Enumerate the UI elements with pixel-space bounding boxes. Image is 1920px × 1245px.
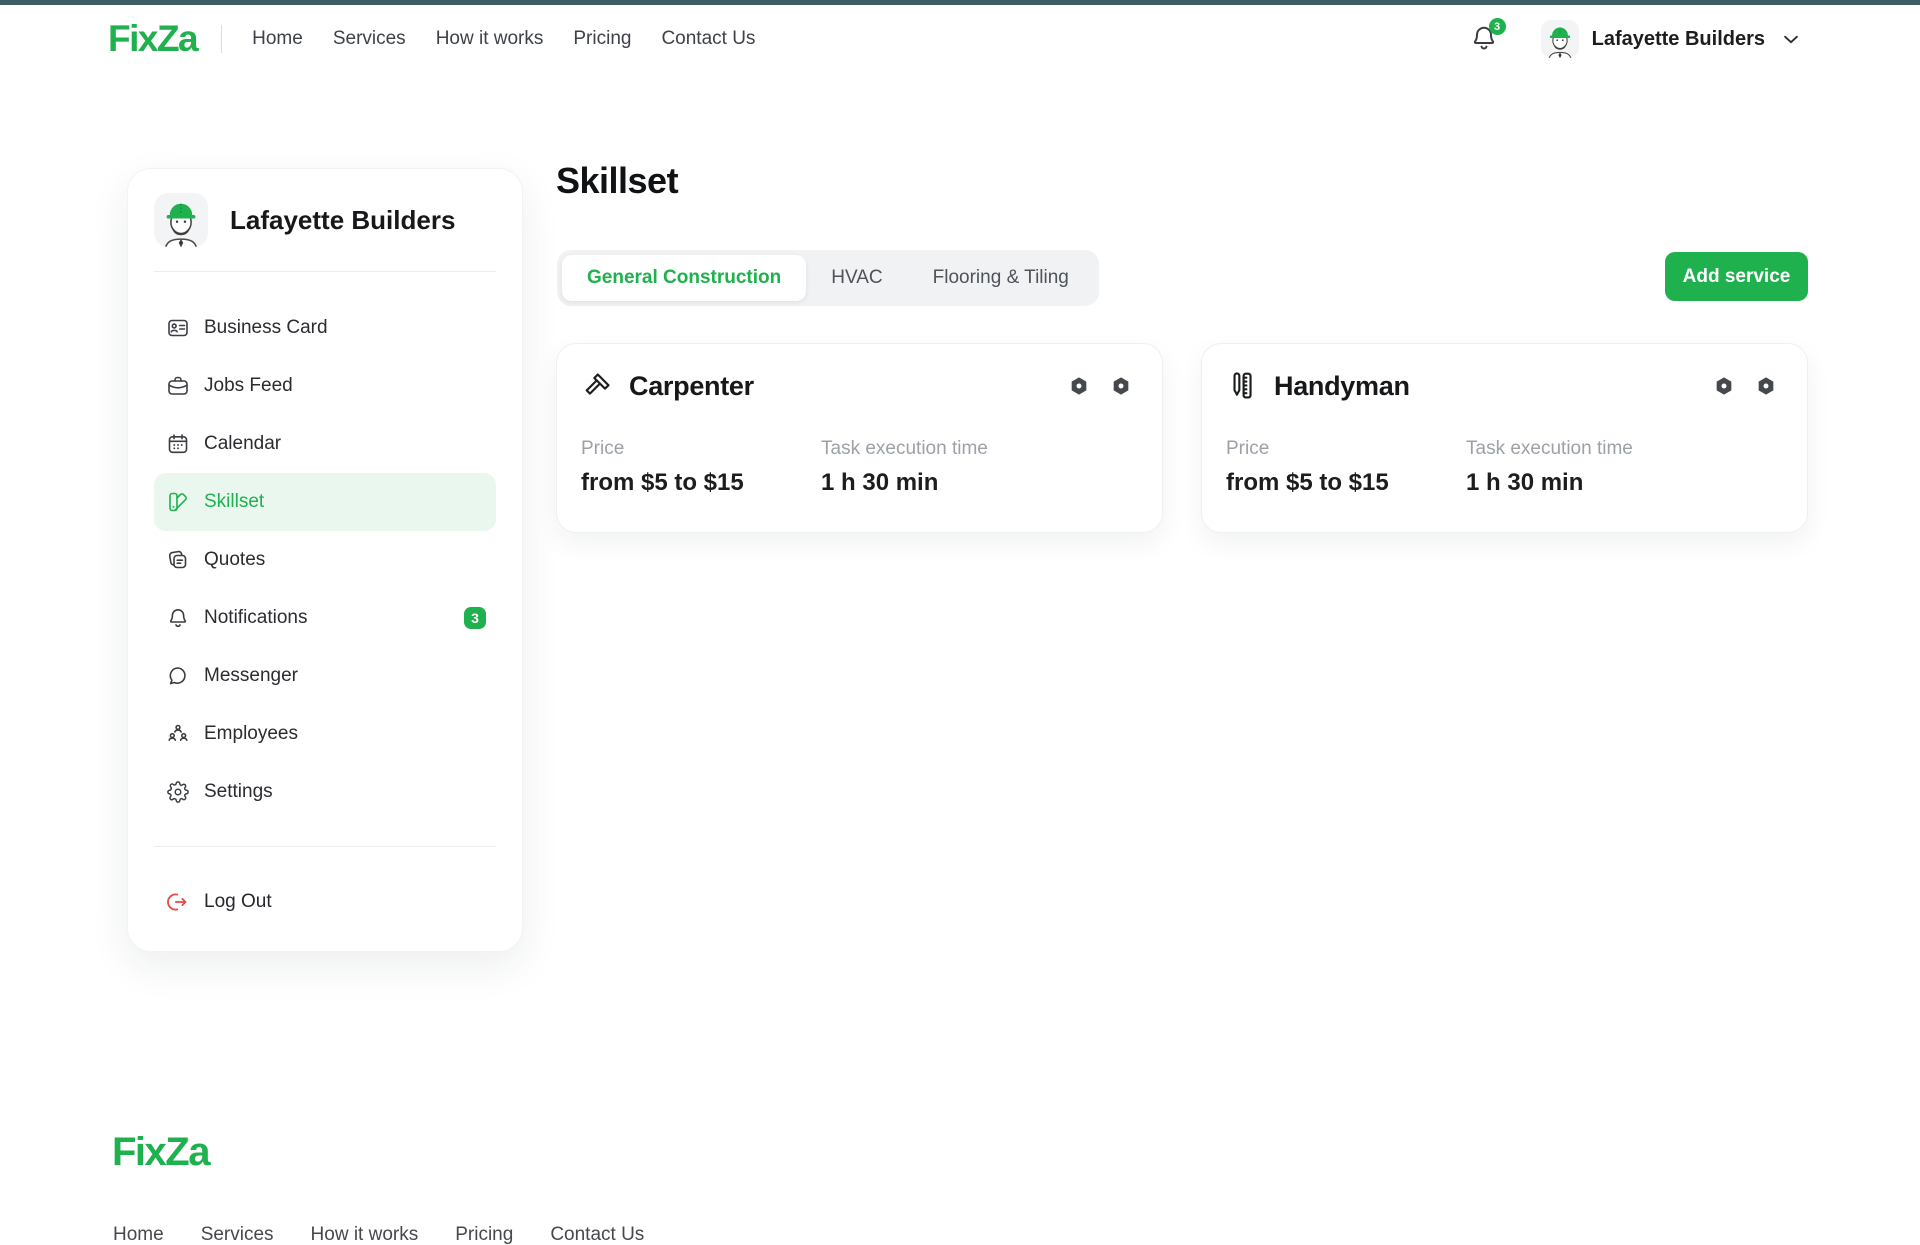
header-right: 3 Lafayette Builders xyxy=(1469,20,1802,58)
delete-nut-icon[interactable] xyxy=(1755,375,1777,397)
time-label: Task execution time xyxy=(821,438,1061,460)
account-name[interactable]: Lafayette Builders xyxy=(1592,28,1765,51)
tab-flooring-tiling[interactable]: Flooring & Tiling xyxy=(908,255,1094,301)
card-actions xyxy=(1713,375,1777,397)
sidebar-item-business-card[interactable]: Business Card xyxy=(154,299,496,357)
service-cards: Carpenter Price from $5 to $15 Task exec… xyxy=(556,343,1808,533)
sidebar-menu: Business Card Jobs Feed xyxy=(154,299,496,821)
time-value: 1 h 30 min xyxy=(1466,469,1706,497)
price-label: Price xyxy=(1226,438,1466,460)
sidebar-item-label: Notifications xyxy=(204,607,308,629)
quotes-icon xyxy=(166,548,190,572)
card-info: Price from $5 to $15 Task execution time… xyxy=(581,438,1132,497)
sidebar-divider-bottom xyxy=(154,846,496,847)
nav-contact-us[interactable]: Contact Us xyxy=(661,28,755,50)
footer-nav-services[interactable]: Services xyxy=(201,1224,274,1245)
card-header: Handyman xyxy=(1226,370,1777,402)
sidebar-item-label: Jobs Feed xyxy=(204,375,293,397)
sidebar-item-label: Employees xyxy=(204,723,298,745)
delete-nut-icon[interactable] xyxy=(1110,375,1132,397)
avatar[interactable] xyxy=(1541,20,1579,58)
time-column: Task execution time 1 h 30 min xyxy=(1466,438,1706,497)
header: FixZa Home Services How it works Pricing… xyxy=(0,5,1920,73)
header-nav: Home Services How it works Pricing Conta… xyxy=(252,28,755,50)
sidebar-profile: Lafayette Builders xyxy=(154,193,496,247)
nav-pricing[interactable]: Pricing xyxy=(573,28,631,50)
profile-avatar xyxy=(154,193,208,247)
people-group-icon xyxy=(166,722,190,746)
price-column: Price from $5 to $15 xyxy=(581,438,821,497)
sidebar-item-jobs-feed[interactable]: Jobs Feed xyxy=(154,357,496,415)
tab-hvac[interactable]: HVAC xyxy=(806,255,907,301)
service-card-handyman: Handyman Price from $5 to $15 Task execu… xyxy=(1201,343,1808,533)
footer-nav-contact-us[interactable]: Contact Us xyxy=(550,1224,644,1245)
nav-services[interactable]: Services xyxy=(333,28,406,50)
sidebar-item-label: Business Card xyxy=(204,317,328,339)
sidebar-item-label: Messenger xyxy=(204,665,298,687)
sidebar-divider xyxy=(154,271,496,272)
footer-nav-pricing[interactable]: Pricing xyxy=(455,1224,513,1245)
logout-icon xyxy=(166,890,190,914)
sidebar-item-skillset[interactable]: Skillset xyxy=(154,473,496,531)
category-tabs: General Construction HVAC Flooring & Til… xyxy=(557,250,1099,306)
logout-label: Log Out xyxy=(204,891,272,913)
time-column: Task execution time 1 h 30 min xyxy=(821,438,1061,497)
time-value: 1 h 30 min xyxy=(821,469,1061,497)
swatches-icon xyxy=(166,490,190,514)
tab-general-construction[interactable]: General Construction xyxy=(562,255,806,301)
price-value: from $5 to $15 xyxy=(581,469,821,497)
add-service-button[interactable]: Add service xyxy=(1665,252,1808,301)
time-label: Task execution time xyxy=(1466,438,1706,460)
chat-bubble-icon xyxy=(166,664,190,688)
price-label: Price xyxy=(581,438,821,460)
logo[interactable]: FixZa xyxy=(108,18,197,60)
sidebar-item-label: Skillset xyxy=(204,491,264,513)
card-actions xyxy=(1068,375,1132,397)
edit-nut-icon[interactable] xyxy=(1068,375,1090,397)
footer-nav-how-it-works[interactable]: How it works xyxy=(311,1224,419,1245)
notifications-count-badge: 3 xyxy=(1489,18,1506,35)
calendar-icon xyxy=(166,432,190,456)
gear-icon xyxy=(166,780,190,804)
sidebar-item-notifications[interactable]: Notifications 3 xyxy=(154,589,496,647)
card-header: Carpenter xyxy=(581,370,1132,402)
notifications-bell-button[interactable]: 3 xyxy=(1469,22,1501,56)
sidebar-item-settings[interactable]: Settings xyxy=(154,763,496,821)
page-title: Skillset xyxy=(556,160,678,202)
footer-nav: Home Services How it works Pricing Conta… xyxy=(113,1224,644,1245)
price-value: from $5 to $15 xyxy=(1226,469,1466,497)
sidebar-item-messenger[interactable]: Messenger xyxy=(154,647,496,705)
briefcase-icon xyxy=(166,374,190,398)
page: FixZa Home Services How it works Pricing… xyxy=(0,0,1920,1245)
footer-logo[interactable]: FixZa xyxy=(112,1130,209,1175)
sidebar-item-calendar[interactable]: Calendar xyxy=(154,415,496,473)
hammer-icon xyxy=(581,370,613,402)
pencil-ruler-icon xyxy=(1226,370,1258,402)
nav-home[interactable]: Home xyxy=(252,28,303,50)
sidebar-item-quotes[interactable]: Quotes xyxy=(154,531,496,589)
header-divider xyxy=(221,25,222,53)
notifications-badge: 3 xyxy=(464,607,486,629)
sidebar-item-label: Quotes xyxy=(204,549,265,571)
profile-name: Lafayette Builders xyxy=(230,205,455,236)
card-info: Price from $5 to $15 Task execution time… xyxy=(1226,438,1777,497)
service-card-carpenter: Carpenter Price from $5 to $15 Task exec… xyxy=(556,343,1163,533)
service-name: Carpenter xyxy=(629,371,754,402)
sidebar: Lafayette Builders Business Card xyxy=(127,168,523,952)
price-column: Price from $5 to $15 xyxy=(1226,438,1466,497)
service-name: Handyman xyxy=(1274,371,1410,402)
bell-icon xyxy=(166,606,190,630)
id-card-icon xyxy=(166,316,190,340)
nav-how-it-works[interactable]: How it works xyxy=(436,28,544,50)
edit-nut-icon[interactable] xyxy=(1713,375,1735,397)
sidebar-item-label: Settings xyxy=(204,781,273,803)
chevron-down-icon[interactable] xyxy=(1780,28,1802,50)
sidebar-item-label: Calendar xyxy=(204,433,281,455)
sidebar-item-employees[interactable]: Employees xyxy=(154,705,496,763)
logout-button[interactable]: Log Out xyxy=(154,873,496,931)
footer-nav-home[interactable]: Home xyxy=(113,1224,164,1245)
